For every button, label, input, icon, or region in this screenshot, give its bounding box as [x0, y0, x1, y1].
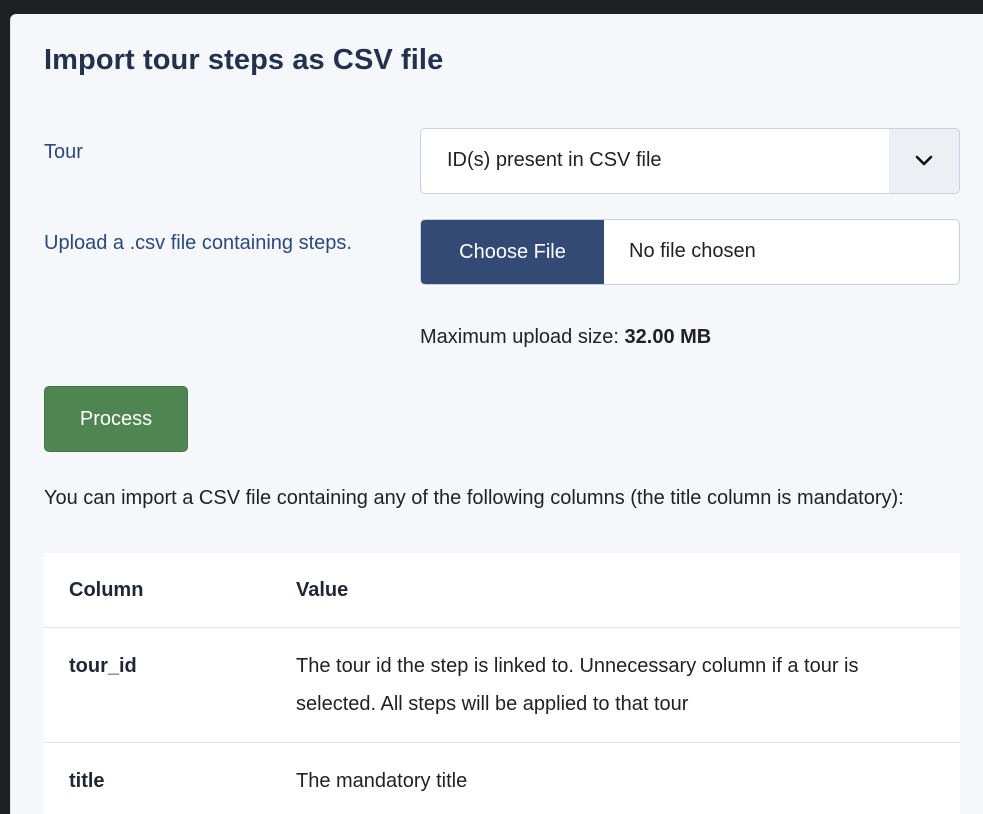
columns-table: Column Value tour_id The tour id the ste…: [44, 553, 960, 814]
import-panel: Import tour steps as CSV file Tour ID(s)…: [10, 14, 983, 814]
table-row: title The mandatory title: [44, 743, 960, 814]
choose-file-button[interactable]: Choose File: [421, 220, 604, 284]
page-title: Import tour steps as CSV file: [44, 44, 444, 76]
columns-description: You can import a CSV file containing any…: [44, 487, 904, 509]
header-column: Column: [69, 578, 144, 601]
row-column-value: The tour id the step is linked to. Unnec…: [296, 655, 859, 715]
tour-label: Tour: [44, 141, 83, 163]
process-button[interactable]: Process: [44, 386, 188, 452]
chevron-down-icon[interactable]: [889, 129, 959, 193]
max-upload-prefix: Maximum upload size:: [420, 326, 625, 348]
table-header-row: Column Value: [44, 553, 960, 628]
row-column-name: tour_id: [69, 655, 137, 677]
header-value: Value: [296, 579, 349, 601]
tour-select-value: ID(s) present in CSV file: [447, 149, 662, 171]
row-column-name: title: [69, 770, 105, 792]
max-upload-value: 32.00 MB: [624, 326, 712, 348]
file-status: No file chosen: [629, 240, 756, 262]
csv-file-input[interactable]: Choose File No file chosen: [420, 219, 960, 285]
table-row: tour_id The tour id the step is linked t…: [44, 628, 960, 743]
max-upload-size: Maximum upload size: 32.00 MB: [420, 326, 711, 349]
row-column-value: The mandatory title: [296, 770, 468, 792]
upload-label: Upload a .csv file containing steps.: [44, 232, 352, 254]
tour-select[interactable]: ID(s) present in CSV file: [420, 128, 960, 194]
